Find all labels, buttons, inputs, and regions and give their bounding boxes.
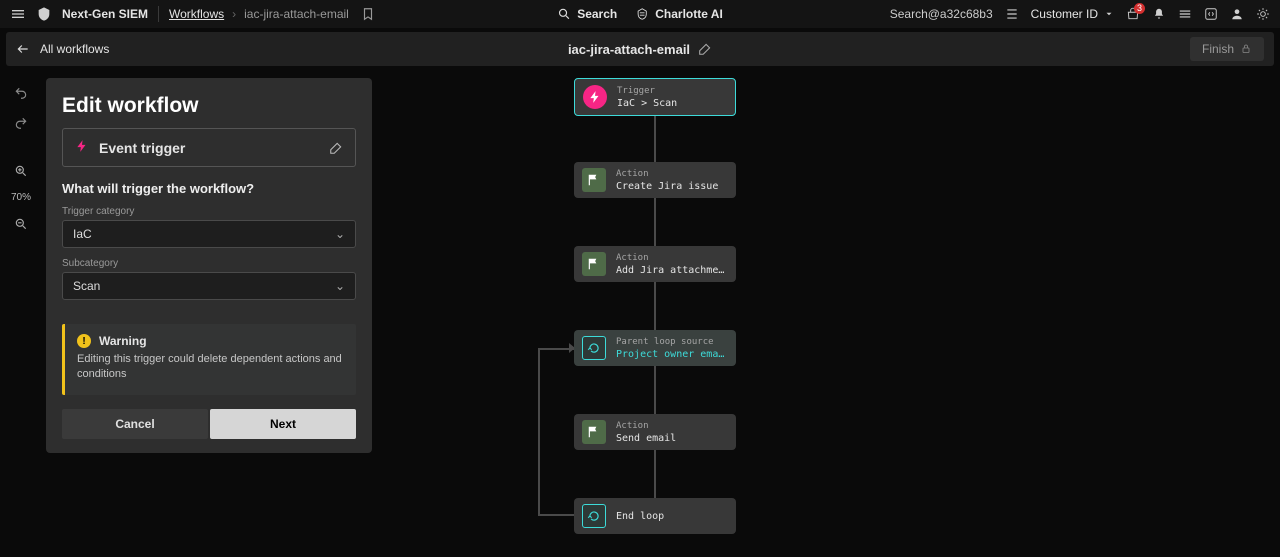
connector (654, 198, 656, 250)
customer-id-label: Customer ID (1031, 7, 1098, 21)
node-name: Project owner email addre… (616, 349, 728, 360)
workflow-title: iac-jira-attach-email (568, 42, 690, 57)
flag-icon (582, 168, 606, 192)
workflow-bar: All workflows iac-jira-attach-email Fini… (6, 32, 1274, 66)
node-name: IaC > Scan (617, 98, 677, 109)
finish-label: Finish (1202, 42, 1234, 56)
charlotte-ai-button[interactable]: Charlotte AI (635, 7, 723, 21)
bookmark-icon[interactable] (361, 7, 375, 21)
logo-icon (36, 6, 52, 22)
code-icon[interactable] (1204, 7, 1218, 21)
connector (654, 366, 656, 418)
bell-icon[interactable] (1152, 7, 1166, 21)
node-trigger[interactable]: Trigger IaC > Scan (574, 78, 736, 116)
stack-icon[interactable] (1178, 7, 1192, 21)
search-button[interactable]: Search (557, 7, 617, 21)
crumb-current: iac-jira-attach-email (244, 7, 349, 21)
node-type: Action (616, 169, 718, 179)
charlotte-label: Charlotte AI (655, 7, 723, 21)
search-label: Search (577, 7, 617, 21)
back-label: All workflows (40, 42, 109, 56)
menu-icon[interactable] (10, 6, 26, 22)
store-badge: 3 (1134, 3, 1145, 14)
node-type: Action (616, 253, 728, 263)
bolt-icon (583, 85, 607, 109)
loop-icon (582, 504, 606, 528)
node-end-loop[interactable]: End loop (574, 498, 736, 534)
edit-title-icon[interactable] (698, 42, 712, 56)
connector (538, 348, 540, 516)
product-name: Next-Gen SIEM (62, 7, 148, 21)
back-button[interactable]: All workflows (16, 42, 109, 56)
finish-button[interactable]: Finish (1190, 37, 1264, 61)
loop-icon (582, 336, 606, 360)
node-name: Send email (616, 433, 676, 444)
crumb-workflows[interactable]: Workflows (169, 7, 224, 21)
connector (654, 450, 656, 502)
theme-icon[interactable] (1256, 7, 1270, 21)
node-add-attachment[interactable]: Action Add Jira attachment (574, 246, 736, 282)
connector (654, 114, 656, 166)
connector (654, 282, 656, 334)
chevron-right-icon: › (232, 7, 236, 21)
node-type: Trigger (617, 86, 677, 96)
breadcrumb: Workflows › iac-jira-attach-email (169, 7, 375, 21)
search-hash: Search@a32c68b3 (890, 7, 993, 21)
node-name: End loop (616, 511, 664, 522)
node-send-email[interactable]: Action Send email (574, 414, 736, 450)
list-icon[interactable] (1005, 7, 1019, 21)
node-type: Action (616, 421, 676, 431)
node-type: Parent loop source (616, 337, 728, 347)
node-name: Create Jira issue (616, 181, 718, 192)
node-loop-source[interactable]: Parent loop source Project owner email a… (574, 330, 736, 366)
canvas[interactable]: Trigger IaC > Scan Action Create Jira is… (0, 70, 1280, 550)
store-icon[interactable]: 3 (1126, 7, 1140, 21)
customer-id-dropdown[interactable]: Customer ID (1031, 7, 1114, 21)
user-icon[interactable] (1230, 7, 1244, 21)
flag-icon (582, 420, 606, 444)
flag-icon (582, 252, 606, 276)
connector (538, 514, 574, 516)
divider (158, 6, 159, 22)
node-create-jira[interactable]: Action Create Jira issue (574, 162, 736, 198)
node-name: Add Jira attachment (616, 265, 728, 276)
topbar: Next-Gen SIEM Workflows › iac-jira-attac… (0, 0, 1280, 28)
